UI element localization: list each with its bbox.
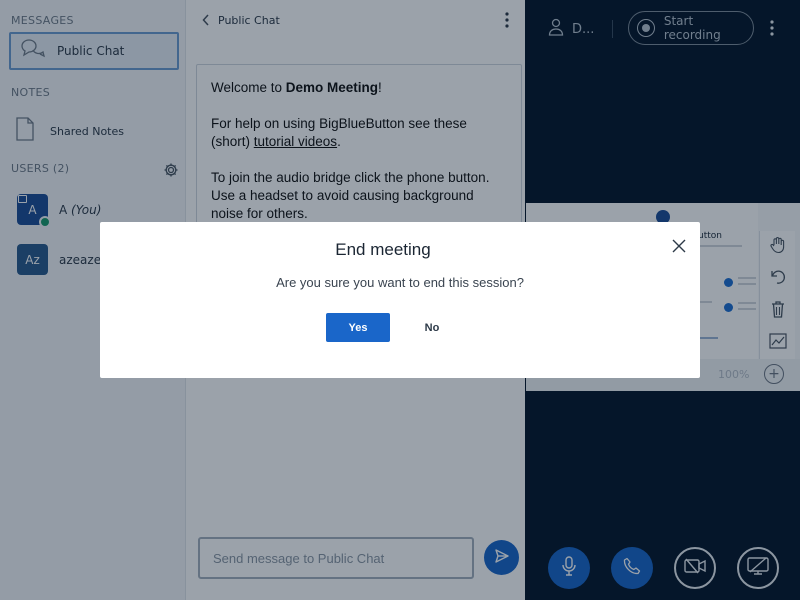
no-button[interactable]: No xyxy=(412,313,452,342)
yes-button[interactable]: Yes xyxy=(326,313,390,342)
end-meeting-modal: End meeting Are you sure you want to end… xyxy=(100,222,700,378)
modal-title: End meeting xyxy=(335,240,431,259)
modal-message: Are you sure you want to end this sessio… xyxy=(276,275,524,290)
close-icon[interactable] xyxy=(668,235,690,257)
